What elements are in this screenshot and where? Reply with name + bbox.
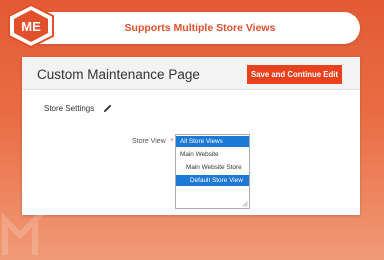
- pencil-icon[interactable]: [103, 104, 112, 113]
- banner-title: Supports Multiple Store Views: [124, 22, 276, 34]
- page-header: Custom Maintenance Page Save and Continu…: [22, 57, 360, 90]
- admin-card: Custom Maintenance Page Save and Continu…: [22, 57, 360, 215]
- store-settings-section[interactable]: Store Settings: [44, 104, 112, 113]
- page-title: Custom Maintenance Page: [37, 67, 200, 82]
- resize-grip-icon[interactable]: [242, 201, 248, 207]
- store-view-option-store[interactable]: Main Website Store: [176, 162, 249, 173]
- feature-banner: Supports Multiple Store Views: [22, 12, 360, 44]
- store-view-option-default[interactable]: Default Store View: [176, 175, 249, 186]
- store-view-label: Store View *: [132, 138, 173, 145]
- logo-text: ME: [21, 19, 41, 34]
- store-view-option-all[interactable]: All Store Views: [176, 136, 249, 147]
- section-title: Store Settings: [44, 104, 95, 113]
- store-view-label-text: Store View: [132, 138, 166, 145]
- brand-logo: ME: [8, 4, 54, 48]
- store-view-multiselect[interactable]: All Store Views Main Website Main Websit…: [175, 134, 250, 209]
- store-view-option-website[interactable]: Main Website: [176, 149, 249, 160]
- required-marker: *: [170, 138, 174, 145]
- save-and-continue-button[interactable]: Save and Continue Edit: [247, 65, 342, 84]
